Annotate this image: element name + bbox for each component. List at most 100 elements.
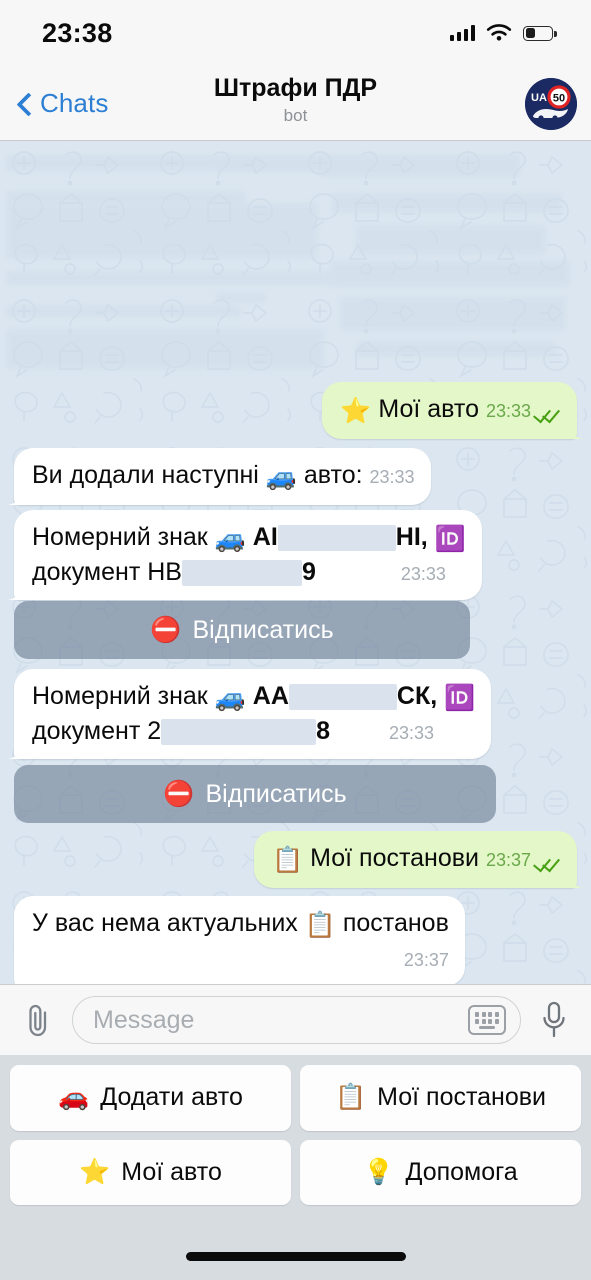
svg-text:50: 50 xyxy=(553,93,565,105)
status-bar-indicators xyxy=(449,23,557,43)
wifi-icon xyxy=(486,23,512,41)
message-text: Ви додали наступні xyxy=(32,461,259,489)
inline-button-label: Відписатись xyxy=(205,779,347,808)
plate-prefix: АА xyxy=(252,682,289,710)
car-emoji: 🚙 xyxy=(214,684,246,712)
message-row: ⭐ Мої авто 23:33 xyxy=(322,382,577,439)
inline-unsubscribe-button[interactable]: ⛔ Відписатись xyxy=(14,601,470,659)
message-text: Номерний знак xyxy=(32,682,208,710)
status-bar: 23:38 xyxy=(0,0,591,66)
message-input-bar: Message xyxy=(0,984,591,1055)
plate-prefix: АІ xyxy=(252,523,278,551)
message-text: Мої авто xyxy=(378,395,479,423)
message-meta: 23:33 xyxy=(486,400,561,424)
microphone-icon xyxy=(543,1001,565,1038)
redacted-plate-block xyxy=(288,684,397,711)
message-meta: 23:33 xyxy=(401,563,446,587)
back-button-label: Chats xyxy=(40,88,109,118)
clipboard-emoji: 📋 xyxy=(304,911,336,939)
bulb-emoji: 💡 xyxy=(363,1157,395,1186)
read-receipt-icon xyxy=(535,854,561,868)
clipboard-emoji: 📋 xyxy=(334,1083,367,1112)
message-text-line2: документ 2 xyxy=(32,717,162,745)
clipboard-emoji: 📋 xyxy=(272,846,304,874)
redacted-document-block xyxy=(161,719,317,746)
home-indicator-area xyxy=(0,1215,591,1280)
message-meta: 23:33 xyxy=(370,466,415,490)
paperclip-icon xyxy=(29,1004,47,1037)
reply-button-my-cars[interactable]: ⭐ Мої авто xyxy=(10,1139,291,1205)
message-input-field[interactable]: Message xyxy=(72,996,521,1044)
chevron-left-icon xyxy=(14,94,34,114)
id-emoji: 🆔 xyxy=(434,525,466,553)
incoming-message-bubble[interactable]: Номерний знак 🚙 АІ НІ, 🆔 документ НВ 9 23:… xyxy=(14,510,482,600)
message-time: 23:33 xyxy=(400,564,446,584)
message-time: 23:37 xyxy=(485,850,531,870)
reply-button-label: Допомога xyxy=(405,1157,518,1186)
incoming-message-bubble[interactable]: Номерний знак 🚙 АА СК, 🆔 документ 2 8 23:3… xyxy=(14,669,492,759)
avatar[interactable]: UA 50 xyxy=(525,78,577,130)
no-entry-emoji: ⛔ xyxy=(163,779,195,808)
plate-suffix: СК, xyxy=(396,682,438,710)
status-bar-clock: 23:38 xyxy=(42,17,113,48)
message-row: 📋 Мої постанови 23:37 xyxy=(254,831,577,888)
document-suffix: 8 xyxy=(316,717,331,745)
outgoing-message-bubble[interactable]: 📋 Мої постанови 23:37 xyxy=(254,831,577,888)
message-input-placeholder: Message xyxy=(93,1005,195,1034)
back-to-chats-button[interactable]: Chats xyxy=(14,66,108,141)
reply-button-help[interactable]: 💡 Допомога xyxy=(300,1139,581,1205)
cellular-signal-icon xyxy=(449,25,475,41)
message-text: У вас нема актуальних xyxy=(32,909,298,937)
message-meta: 23:33 xyxy=(389,722,434,746)
plate-suffix: НІ, xyxy=(395,523,428,551)
red-car-emoji: 🚗 xyxy=(58,1083,90,1112)
no-entry-emoji: ⛔ xyxy=(150,615,182,644)
message-meta: 23:37 xyxy=(404,949,449,973)
bot-avatar-icon: UA 50 xyxy=(525,78,577,130)
reply-button-label: Мої постанови xyxy=(377,1083,546,1112)
inline-unsubscribe-button[interactable]: ⛔ Відписатись xyxy=(14,765,496,823)
read-receipt-icon xyxy=(535,405,561,419)
svg-text:UA: UA xyxy=(531,92,547,104)
car-emoji: 🚙 xyxy=(265,463,297,491)
reply-button-add-car[interactable]: 🚗 Додати авто xyxy=(10,1065,291,1131)
keyboard-icon[interactable] xyxy=(468,1005,506,1035)
outgoing-message-bubble[interactable]: ⭐ Мої авто 23:33 xyxy=(322,382,577,439)
message-text: Номерний знак xyxy=(32,523,208,551)
message-meta: 23:37 xyxy=(486,849,561,873)
incoming-message-bubble[interactable]: У вас нема актуальних 📋 постанов 23:37 xyxy=(14,896,465,984)
star-emoji: ⭐ xyxy=(79,1157,111,1186)
battery-icon xyxy=(523,25,557,41)
phone-screen: 23:38 Chats Штрафи ПДР bot UA 50 ⭐ Мої а… xyxy=(0,0,591,1280)
message-row: Ви додали наступні 🚙 авто: 23:33 xyxy=(14,448,431,505)
message-text-cont: авто: xyxy=(303,461,363,489)
chat-header: Chats Штрафи ПДР bot UA 50 xyxy=(0,66,591,141)
message-text-line2: документ НВ xyxy=(32,558,182,586)
message-text-cont: постанов xyxy=(342,909,449,937)
star-emoji: ⭐ xyxy=(340,397,372,425)
voice-record-button[interactable] xyxy=(533,998,575,1042)
home-indicator-bar[interactable] xyxy=(185,1252,406,1261)
car-emoji: 🚙 xyxy=(214,525,246,553)
redacted-plate-block xyxy=(277,525,396,552)
message-row: Номерний знак 🚙 АІ НІ, 🆔 документ НВ 9 23:… xyxy=(14,510,482,600)
message-time: 23:33 xyxy=(369,467,415,487)
message-time: 23:33 xyxy=(485,401,531,421)
chat-scroll-area[interactable]: ⭐ Мої авто 23:33 Ви додали наступні 🚙 ав… xyxy=(0,141,591,984)
attach-button[interactable] xyxy=(16,998,60,1042)
reply-keyboard: 🚗 Додати авто 📋 Мої постанови ⭐ Мої авто… xyxy=(0,1055,591,1215)
id-emoji: 🆔 xyxy=(444,684,476,712)
message-row: У вас нема актуальних 📋 постанов 23:37 xyxy=(14,896,465,984)
message-text: Мої постанови xyxy=(310,844,479,872)
message-time: 23:33 xyxy=(389,723,435,743)
reply-button-my-fines[interactable]: 📋 Мої постанови xyxy=(300,1065,581,1131)
message-row: Номерний знак 🚙 АА СК, 🆔 документ 2 8 23:3… xyxy=(14,669,492,759)
document-suffix: 9 xyxy=(301,558,316,586)
inline-button-label: Відписатись xyxy=(192,615,334,644)
reply-button-label: Мої авто xyxy=(121,1157,222,1186)
message-time: 23:37 xyxy=(403,950,449,970)
redacted-document-block xyxy=(181,560,302,587)
reply-button-label: Додати авто xyxy=(100,1083,243,1112)
message-list: ⭐ Мої авто 23:33 Ви додали наступні 🚙 ав… xyxy=(0,141,591,984)
incoming-message-bubble[interactable]: Ви додали наступні 🚙 авто: 23:33 xyxy=(14,448,431,505)
